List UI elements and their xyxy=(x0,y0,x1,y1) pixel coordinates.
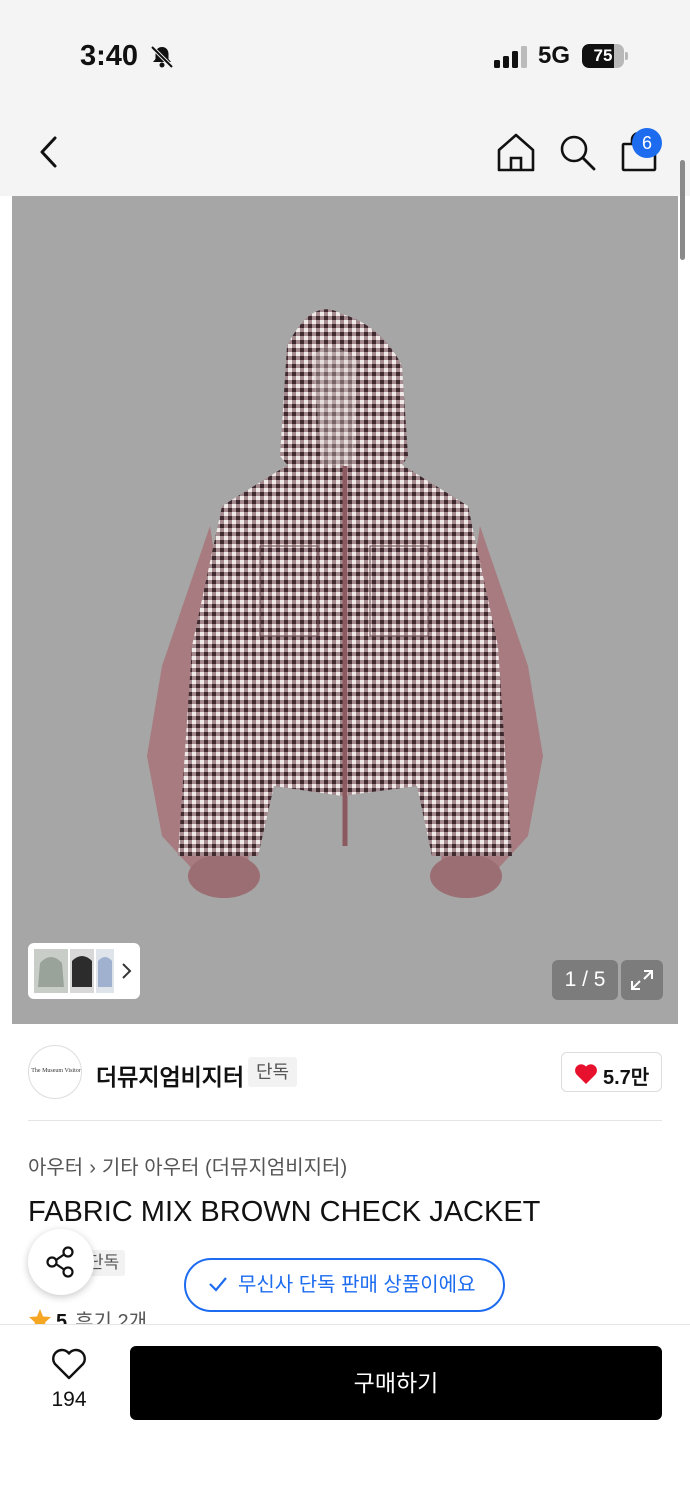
home-icon[interactable] xyxy=(494,130,538,174)
bell-muted-icon xyxy=(150,45,174,69)
wishlist-button[interactable]: 194 xyxy=(38,1348,100,1418)
status-time: 3:40 xyxy=(80,40,139,72)
product-title: FABRIC MIX BROWN CHECK JACKET xyxy=(28,1196,541,1228)
divider xyxy=(28,1120,662,1121)
thumbnail-images xyxy=(34,949,114,993)
network-label: 5G xyxy=(538,42,571,69)
breadcrumb-item-other-outer[interactable]: 기타 아우터 (더뮤지엄비지터) xyxy=(102,1157,347,1179)
exclusive-notice-tooltip[interactable]: 무신사 단독 판매 상품이에요 xyxy=(184,1258,505,1312)
image-counter: 1 / 5 xyxy=(552,960,618,1000)
share-icon xyxy=(46,1246,74,1278)
check-icon xyxy=(209,1277,227,1292)
product-image-gallery[interactable]: 1 / 5 xyxy=(12,196,678,1024)
battery-icon: 75 xyxy=(582,44,628,68)
battery-level: 75 xyxy=(593,46,613,65)
breadcrumb: 아우터 › 기타 아우터 (더뮤지엄비지터) xyxy=(28,1151,347,1180)
brand-exclusive-tag: 단독 xyxy=(248,1057,298,1087)
chevron-right-icon xyxy=(122,963,132,979)
brand-like-button[interactable]: 5.7만 xyxy=(561,1052,662,1092)
exclusive-notice-text: 무신사 단독 판매 상품이에요 xyxy=(238,1274,476,1296)
share-button[interactable] xyxy=(28,1229,94,1295)
chevron-right-icon: › xyxy=(89,1157,96,1179)
product-image xyxy=(147,309,543,898)
heart-icon xyxy=(575,1064,597,1084)
buy-button[interactable]: 구매하기 xyxy=(130,1346,662,1420)
status-bar: 3:40 5G 75 xyxy=(0,0,690,110)
signal-icon xyxy=(494,46,527,68)
search-icon[interactable] xyxy=(555,130,599,174)
brand-logo[interactable]: The Museum Visitor xyxy=(28,1045,82,1099)
chevron-left-icon[interactable] xyxy=(28,130,72,174)
brand-name[interactable]: 더뮤지엄비지터 xyxy=(96,1058,244,1092)
heart-outline-icon xyxy=(52,1348,86,1380)
breadcrumb-item-outer[interactable]: 아우터 xyxy=(28,1157,83,1179)
brand-like-count: 5.7만 xyxy=(603,1067,650,1089)
expand-icon[interactable] xyxy=(621,960,663,1000)
top-nav xyxy=(0,110,690,196)
cart-count-badge: 6 xyxy=(632,128,662,158)
brand-logo-text: The Museum Visitor xyxy=(31,1068,81,1074)
color-thumbnails[interactable] xyxy=(28,943,140,999)
scrollbar[interactable] xyxy=(680,160,685,260)
wishlist-count: 194 xyxy=(51,1388,87,1411)
